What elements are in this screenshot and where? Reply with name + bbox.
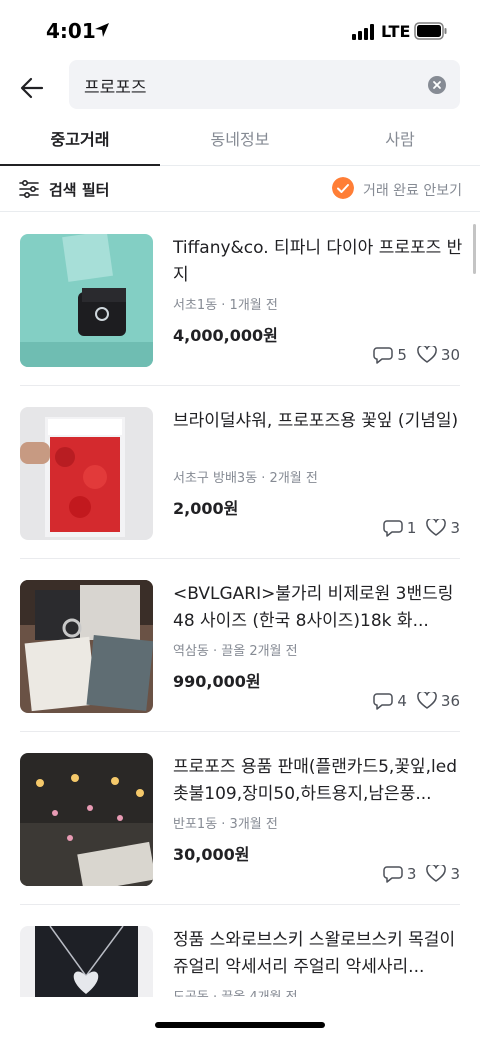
item-title: <BVLGARI>불가리 비제로원 3밴드링 48 사이즈 (한국 8사이즈)1… xyxy=(173,584,454,631)
item-counts: 1 3 xyxy=(383,518,460,538)
tab-people[interactable]: 사람 xyxy=(320,120,480,166)
item-title: 정품 스와로브스키 스왈로브스키 목걸이 쥬얼리 악세서리 주얼리 악세사리..… xyxy=(173,930,456,977)
item-meta: 서초구 방배3동 · 2개월 전 xyxy=(173,471,318,486)
hide-completed-label: 거래 완료 안보기 xyxy=(362,183,462,199)
home-indicator[interactable] xyxy=(155,1022,325,1028)
heart-icon xyxy=(426,519,447,536)
like-count: 30 xyxy=(440,346,460,364)
back-arrow-icon[interactable] xyxy=(18,74,46,102)
item-title: 프로포즈 용품 판매(플랜카드5,꽃잎,led촛불109,장미50,하트용지,남… xyxy=(173,757,457,804)
list-item[interactable]: 프로포즈 용품 판매(플랜카드5,꽃잎,led촛불109,장미50,하트용지,남… xyxy=(0,732,480,905)
chat-count: 4 xyxy=(397,692,407,710)
item-price: 2,000원 xyxy=(173,499,239,518)
tab-used-trade[interactable]: 중고거래 xyxy=(0,120,160,166)
battery-icon xyxy=(414,22,447,40)
item-price: 30,000원 xyxy=(173,845,250,864)
chat-count: 5 xyxy=(397,346,407,364)
product-thumbnail xyxy=(20,580,153,713)
chat-bubble-icon xyxy=(383,520,403,537)
like-count: 3 xyxy=(450,865,460,883)
search-query: 프로포즈 xyxy=(84,78,147,98)
location-arrow-icon xyxy=(95,23,109,37)
list-item[interactable]: 브라이덜샤워, 프로포즈용 꽃잎 (기념일) 서초구 방배3동 · 2개월 전 … xyxy=(0,386,480,559)
checkmark-icon xyxy=(332,177,354,199)
chat-bubble-icon xyxy=(373,347,394,364)
item-price: 4,000,000원 xyxy=(173,326,278,345)
list-item[interactable]: <BVLGARI>불가리 비제로원 3밴드링 48 사이즈 (한국 8사이즈)1… xyxy=(0,559,480,732)
heart-icon xyxy=(426,865,447,882)
chat-bubble-icon xyxy=(383,866,403,883)
chat-bubble-icon xyxy=(373,693,394,710)
product-thumbnail xyxy=(20,234,153,367)
tab-local-info[interactable]: 동네정보 xyxy=(160,120,320,166)
list-item[interactable]: Tiffany&co. 티파니 다이아 프로포즈 반지 서초1동 · 1개월 전… xyxy=(0,213,480,386)
item-meta: 역삼동 · 끌올 2개월 전 xyxy=(173,644,298,659)
item-meta: 서초1동 · 1개월 전 xyxy=(173,298,278,313)
list-item[interactable]: 정품 스와로브스키 스왈로브스키 목걸이 쥬얼리 악세서리 주얼리 악세사리..… xyxy=(0,905,480,997)
chat-count: 1 xyxy=(406,519,417,537)
item-title: 브라이덜샤워, 프로포즈용 꽃잎 (기념일) xyxy=(173,411,459,431)
scrollbar[interactable] xyxy=(473,224,476,274)
like-count: 3 xyxy=(450,519,460,537)
item-meta: 반포1동 · 3개월 전 xyxy=(173,817,278,832)
item-counts: 5 30 xyxy=(373,345,460,365)
search-input[interactable]: 프로포즈 xyxy=(69,60,460,109)
item-title: Tiffany&co. 티파니 다이아 프로포즈 반지 xyxy=(173,238,463,285)
signal-icon xyxy=(352,24,374,40)
product-thumbnail xyxy=(20,753,153,886)
search-header: 프로포즈 xyxy=(0,60,480,114)
item-counts: 4 36 xyxy=(373,691,460,711)
like-count: 36 xyxy=(440,692,460,710)
network-type: LTE xyxy=(381,22,411,41)
filter-bar: 검색 필터 거래 완료 안보기 xyxy=(0,166,480,212)
clear-search-icon[interactable] xyxy=(428,76,446,94)
search-results-list: Tiffany&co. 티파니 다이아 프로포즈 반지 서초1동 · 1개월 전… xyxy=(0,213,480,997)
status-bar: 4:01 LTE xyxy=(0,0,480,60)
chat-count: 3 xyxy=(406,865,417,883)
search-filter-button[interactable]: 검색 필터 xyxy=(49,179,109,200)
status-time: 4:01 xyxy=(46,19,96,43)
heart-icon xyxy=(417,692,437,709)
item-counts: 3 3 xyxy=(383,864,460,884)
filter-sliders-icon[interactable] xyxy=(19,179,39,199)
item-price: 990,000원 xyxy=(173,672,261,691)
product-thumbnail xyxy=(20,407,153,540)
search-tabs: 중고거래 동네정보 사람 xyxy=(0,120,480,166)
product-thumbnail xyxy=(20,926,153,997)
item-meta: 도곡동 · 끌올 4개월 전 xyxy=(173,986,298,997)
heart-icon xyxy=(417,346,437,363)
